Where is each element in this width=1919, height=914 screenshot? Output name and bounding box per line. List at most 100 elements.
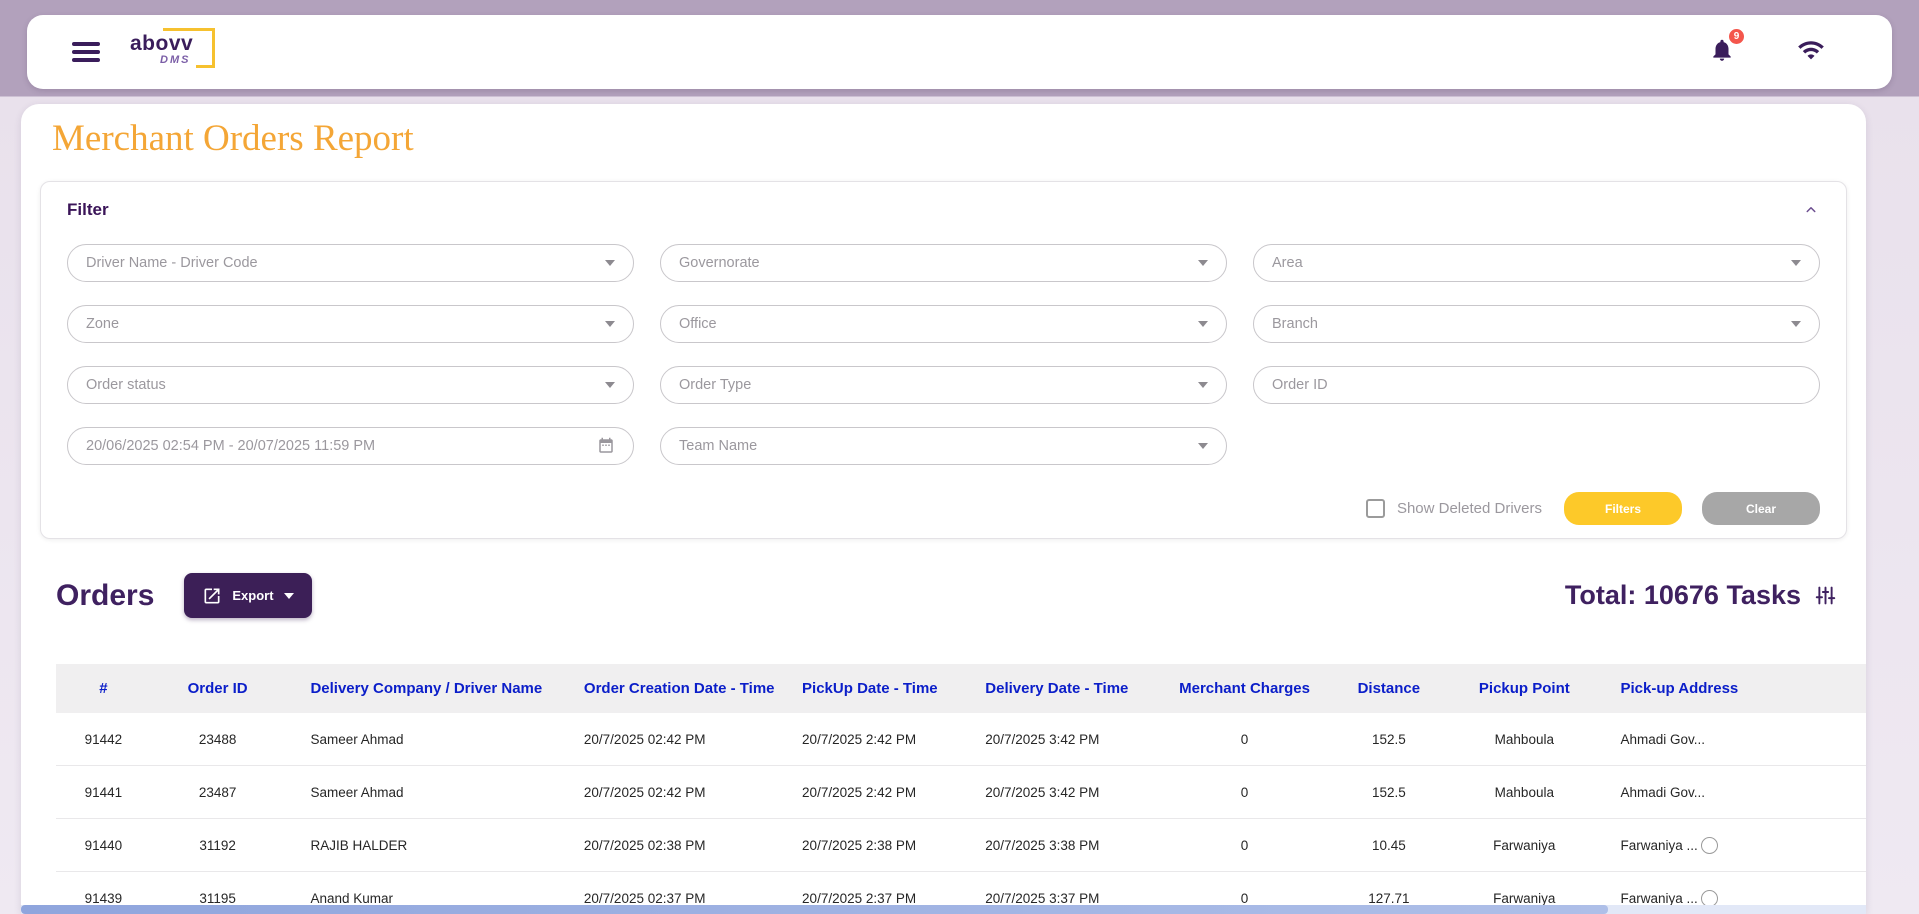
- orders-section-title: Orders: [56, 579, 154, 613]
- filter-field-driver-name-driver-code[interactable]: Driver Name - Driver Code: [67, 244, 634, 282]
- filter-panel: Filter Driver Name - Driver Code Governor…: [40, 181, 1847, 539]
- table-row[interactable]: 9144031192RAJIB HALDER20/7/2025 02:38 PM…: [56, 819, 1866, 872]
- table-cell: 10.45: [1326, 838, 1453, 853]
- menu-icon[interactable]: [72, 42, 100, 62]
- wifi-icon: [1797, 36, 1825, 64]
- table-cell: 23488: [151, 732, 285, 747]
- table-cell: Sameer Ahmad: [284, 732, 571, 747]
- chevron-down-icon: [1791, 260, 1801, 266]
- table-cell: 0: [1164, 838, 1326, 853]
- export-label: Export: [232, 588, 273, 603]
- notification-badge: 9: [1727, 27, 1746, 46]
- column-header: Distance: [1326, 680, 1453, 697]
- chevron-down-icon: [605, 321, 615, 327]
- table-cell: Sameer Ahmad: [284, 785, 571, 800]
- app-header: abovv DMS 9: [27, 15, 1892, 89]
- column-header: Delivery Company / Driver Name: [284, 680, 571, 697]
- field-placeholder: Governorate: [679, 255, 760, 271]
- chevron-down-icon: [1198, 260, 1208, 266]
- filter-field-team-name[interactable]: Team Name: [660, 427, 1227, 465]
- notifications-button[interactable]: 9: [1709, 37, 1735, 68]
- field-placeholder: Order status: [86, 377, 166, 393]
- column-header: Order ID: [151, 680, 285, 697]
- column-header: Order Creation Date - Time: [572, 680, 794, 697]
- field-placeholder: Area: [1272, 255, 1303, 271]
- connection-status-button[interactable]: [1797, 36, 1825, 69]
- table-cell: Ahmadi Gov...: [1596, 785, 1866, 800]
- filter-field-office[interactable]: Office: [660, 305, 1227, 343]
- logo-text: abovv: [130, 32, 193, 56]
- filter-field-branch[interactable]: Branch: [1253, 305, 1820, 343]
- chevron-down-icon: [605, 382, 615, 388]
- filter-field-date-range[interactable]: 20/06/2025 02:54 PM - 20/07/2025 11:59 P…: [67, 427, 634, 465]
- table-cell: 20/7/2025 2:42 PM: [794, 732, 973, 747]
- table-cell: 0: [1164, 732, 1326, 747]
- table-cell: Farwaniya ...: [1596, 890, 1866, 907]
- table-cell: 20/7/2025 02:37 PM: [572, 891, 794, 906]
- table-row[interactable]: 9144223488Sameer Ahmad20/7/2025 02:42 PM…: [56, 713, 1866, 766]
- filter-field-area[interactable]: Area: [1253, 244, 1820, 282]
- field-placeholder: Team Name: [679, 438, 757, 454]
- table-cell: 20/7/2025 2:37 PM: [794, 891, 973, 906]
- column-header: Delivery Date - Time: [973, 680, 1163, 697]
- table-cell: 91439: [56, 891, 151, 906]
- table-cell: 20/7/2025 3:42 PM: [973, 732, 1163, 747]
- table-cell: 152.5: [1326, 785, 1453, 800]
- calendar-icon: [597, 437, 615, 455]
- field-placeholder: Driver Name - Driver Code: [86, 255, 258, 271]
- scrollbar-thumb[interactable]: [21, 905, 1608, 914]
- table-body: 9144223488Sameer Ahmad20/7/2025 02:42 PM…: [56, 713, 1866, 914]
- filters-button[interactable]: Filters: [1564, 492, 1682, 525]
- column-header: #: [56, 680, 151, 697]
- filter-field-order-status[interactable]: Order status: [67, 366, 634, 404]
- table-cell: 91441: [56, 785, 151, 800]
- filter-panel-title: Filter: [67, 200, 109, 220]
- app-logo[interactable]: abovv DMS: [130, 30, 216, 74]
- address-info-icon[interactable]: [1701, 890, 1718, 907]
- address-info-icon[interactable]: [1701, 837, 1718, 854]
- table-cell: Anand Kumar: [284, 891, 571, 906]
- table-cell: RAJIB HALDER: [284, 838, 571, 853]
- filter-field-governorate[interactable]: Governorate: [660, 244, 1227, 282]
- main-content-card: Merchant Orders Report Filter Driver Nam…: [21, 104, 1866, 914]
- filter-fields-grid: Driver Name - Driver Code Governorate Area…: [67, 244, 1820, 465]
- table-cell: 23487: [151, 785, 285, 800]
- table-cell: 0: [1164, 785, 1326, 800]
- table-cell: Mahboula: [1452, 732, 1596, 747]
- clear-button[interactable]: Clear: [1702, 492, 1820, 525]
- export-button[interactable]: Export: [184, 573, 311, 618]
- table-cell: 91442: [56, 732, 151, 747]
- table-cell: 20/7/2025 3:38 PM: [973, 838, 1163, 853]
- filter-field-order-type[interactable]: Order Type: [660, 366, 1227, 404]
- table-cell: Farwaniya: [1452, 891, 1596, 906]
- logo-subtext: DMS: [160, 54, 190, 66]
- field-placeholder: Branch: [1272, 316, 1318, 332]
- field-placeholder: Order Type: [679, 377, 751, 393]
- horizontal-scrollbar[interactable]: [21, 905, 1866, 914]
- table-cell: Farwaniya: [1452, 838, 1596, 853]
- table-cell: 20/7/2025 02:38 PM: [572, 838, 794, 853]
- table-cell: 0: [1164, 891, 1326, 906]
- column-settings-icon[interactable]: [1815, 585, 1836, 606]
- table-cell: 20/7/2025 2:38 PM: [794, 838, 973, 853]
- filter-field-order-id[interactable]: Order ID: [1253, 366, 1820, 404]
- table-cell: Mahboula: [1452, 785, 1596, 800]
- show-deleted-checkbox[interactable]: [1366, 499, 1385, 518]
- page-title: Merchant Orders Report: [52, 117, 1866, 160]
- show-deleted-label: Show Deleted Drivers: [1397, 500, 1542, 517]
- table-cell: 20/7/2025 2:42 PM: [794, 785, 973, 800]
- filter-field-zone[interactable]: Zone: [67, 305, 634, 343]
- chevron-down-icon: [1198, 382, 1208, 388]
- field-placeholder: Office: [679, 316, 717, 332]
- collapse-chevron-up-icon[interactable]: [1802, 201, 1820, 219]
- column-header: Pick-up Address: [1596, 680, 1866, 697]
- table-cell: 91440: [56, 838, 151, 853]
- table-cell: 31192: [151, 838, 285, 853]
- table-cell: 20/7/2025 02:42 PM: [572, 785, 794, 800]
- table-cell: Ahmadi Gov...: [1596, 732, 1866, 747]
- table-cell: 31195: [151, 891, 285, 906]
- chevron-down-icon: [605, 260, 615, 266]
- table-row[interactable]: 9144123487Sameer Ahmad20/7/2025 02:42 PM…: [56, 766, 1866, 819]
- chevron-down-icon: [1198, 321, 1208, 327]
- table-cell: 152.5: [1326, 732, 1453, 747]
